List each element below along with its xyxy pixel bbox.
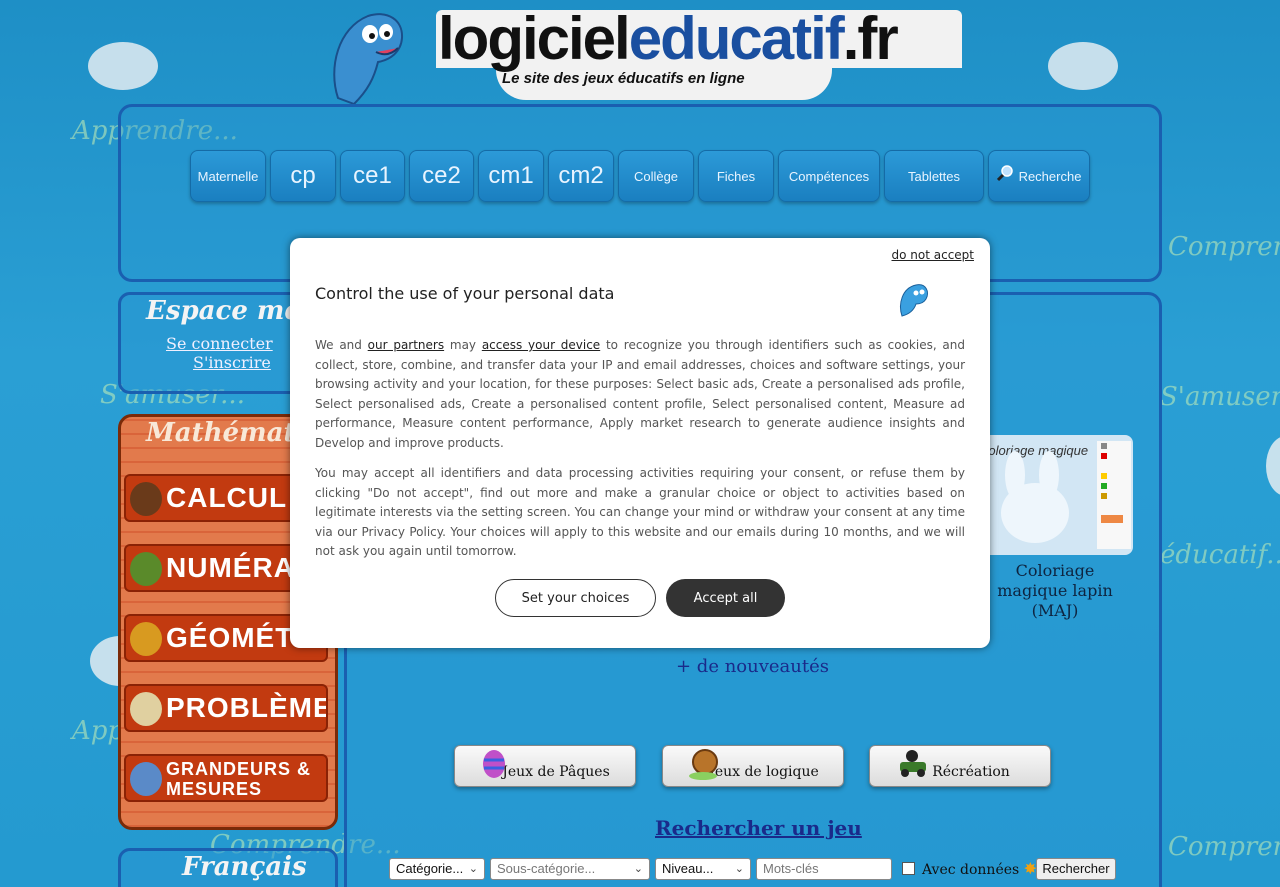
do-not-accept-link[interactable]: do not accept bbox=[892, 248, 975, 262]
consent-paragraph-1: We and our partners may access your devi… bbox=[315, 338, 966, 450]
device-access-link[interactable]: access your device bbox=[482, 338, 600, 352]
accept-all-button[interactable]: Accept all bbox=[666, 579, 785, 617]
consent-title: Control the use of your personal data bbox=[315, 284, 615, 303]
consent-paragraph-2: You may accept all identifiers and data … bbox=[315, 466, 965, 558]
set-choices-button[interactable]: Set your choices bbox=[495, 579, 656, 617]
dolphin-logo-icon bbox=[894, 282, 930, 318]
consent-dialog: do not accept Control the use of your pe… bbox=[290, 238, 990, 648]
partners-link[interactable]: our partners bbox=[368, 338, 444, 352]
